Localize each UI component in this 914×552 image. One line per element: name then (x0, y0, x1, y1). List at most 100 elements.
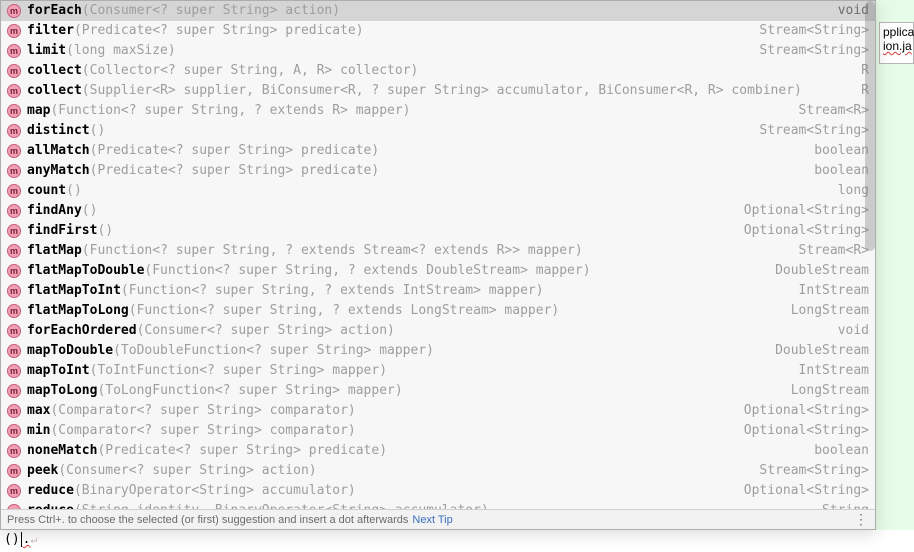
completion-item[interactable]: mreduce(String identity, BinaryOperator<… (1, 501, 875, 509)
method-icon: m (7, 324, 21, 338)
method-name: mapToLong (27, 381, 97, 401)
method-name: allMatch (27, 141, 90, 161)
method-params: (Predicate<? super String> predicate) (74, 21, 364, 41)
method-name: findFirst (27, 221, 97, 241)
editor-tab-partial[interactable]: pplicat ion.ja (879, 22, 914, 64)
return-type: IntStream (791, 361, 869, 381)
method-params: (Consumer<? super String> action) (82, 1, 340, 21)
method-params: () (97, 221, 113, 241)
method-params: () (82, 201, 98, 221)
completion-item[interactable]: mfindFirst()Optional<String> (1, 221, 875, 241)
completion-item[interactable]: mmapToInt(ToIntFunction<? super String> … (1, 361, 875, 381)
completion-item[interactable]: m collect(Supplier<R> supplier, BiConsume… (1, 81, 875, 101)
return-type: boolean (806, 161, 869, 181)
completion-item[interactable]: mmax(Comparator<? super String> comparat… (1, 401, 875, 421)
completion-item[interactable]: mfilter(Predicate<? super String> predic… (1, 21, 875, 41)
scrollbar[interactable] (865, 1, 875, 509)
method-params: () (66, 181, 82, 201)
completion-item[interactable]: mmin(Comparator<? super String> comparat… (1, 421, 875, 441)
return-type: boolean (806, 141, 869, 161)
method-icon: m (7, 144, 21, 158)
completion-item[interactable]: mforEachOrdered(Consumer<? super String>… (1, 321, 875, 341)
editor-current-line[interactable]: ().↵ (0, 530, 914, 552)
method-icon: m (7, 344, 21, 358)
method-params: (Predicate<? super String> predicate) (90, 141, 380, 161)
return-type: DoubleStream (767, 261, 869, 281)
return-type: void (830, 321, 869, 341)
method-icon: m (7, 284, 21, 298)
return-type: Stream<R> (791, 241, 869, 261)
method-name: flatMapToInt (27, 281, 121, 301)
completion-item[interactable]: manyMatch(Predicate<? super String> pred… (1, 161, 875, 181)
completion-item[interactable]: mflatMapToLong(Function<? super String, … (1, 301, 875, 321)
return-type: LongStream (783, 381, 869, 401)
tab-text-error: ion.ja (883, 39, 912, 53)
method-icon: m (7, 384, 21, 398)
method-params: (BinaryOperator<String> accumulator) (74, 481, 356, 501)
method-name: reduce (27, 501, 74, 509)
method-params: (ToLongFunction<? super String> mapper) (97, 381, 402, 401)
completion-item[interactable]: mnoneMatch(Predicate<? super String> pre… (1, 441, 875, 461)
method-params: (Supplier<R> supplier, BiConsumer<R, ? s… (82, 81, 802, 101)
completion-item[interactable]: mfindAny()Optional<String> (1, 201, 875, 221)
return-type: Optional<String> (736, 421, 869, 441)
method-name: collect (27, 61, 82, 81)
return-type: Stream<String> (751, 121, 869, 141)
method-params: (long maxSize) (66, 41, 176, 61)
method-icon: m (7, 104, 21, 118)
method-name: max (27, 401, 50, 421)
method-name: collect (27, 81, 82, 101)
method-params: (Function<? super String, ? extends IntS… (121, 281, 544, 301)
return-type: String (814, 501, 869, 509)
completion-item[interactable]: mflatMapToDouble(Function<? super String… (1, 261, 875, 281)
method-name: flatMap (27, 241, 82, 261)
completion-item[interactable]: mmapToDouble(ToDoubleFunction<? super St… (1, 341, 875, 361)
completion-item[interactable]: m mapToLong(ToLongFunction<? super String… (1, 381, 875, 401)
method-name: reduce (27, 481, 74, 501)
method-icon: m (7, 364, 21, 378)
return-type: Optional<String> (736, 201, 869, 221)
return-type: Stream<String> (751, 41, 869, 61)
method-name: count (27, 181, 66, 201)
method-icon: m (7, 24, 21, 38)
completion-item[interactable]: mlimit(long maxSize)Stream<String> (1, 41, 875, 61)
completion-item[interactable]: mpeek(Consumer<? super String> action)St… (1, 461, 875, 481)
kebab-icon[interactable]: ⋮ (854, 511, 869, 528)
method-icon: m (7, 184, 21, 198)
method-icon: m (7, 264, 21, 278)
return-type: IntStream (791, 281, 869, 301)
method-icon: m (7, 84, 21, 98)
completion-item[interactable]: m allMatch(Predicate<? super String> pred… (1, 141, 875, 161)
completion-list[interactable]: mforEach(Consumer<? super String> action… (1, 1, 875, 509)
completion-item[interactable]: m flatMapToInt(Function<? super String, ?… (1, 281, 875, 301)
return-type: boolean (806, 441, 869, 461)
method-name: min (27, 421, 50, 441)
method-icon: m (7, 204, 21, 218)
completion-item[interactable]: mcount() long (1, 181, 875, 201)
method-params: (Function<? super String, ? extends Doub… (144, 261, 590, 281)
method-params: (Comparator<? super String> comparator) (50, 401, 355, 421)
method-params: (Consumer<? super String> action) (58, 461, 316, 481)
method-params: (String identity, BinaryOperator<String>… (74, 501, 489, 509)
return-type: LongStream (783, 301, 869, 321)
completion-item[interactable]: mflatMap(Function<? super String, ? exte… (1, 241, 875, 261)
text-caret (21, 532, 22, 547)
return-type: long (830, 181, 869, 201)
method-params: (Collector<? super String, A, R> collect… (82, 61, 419, 81)
completion-item[interactable]: mmap(Function<? super String, ? extends … (1, 101, 875, 121)
method-name: filter (27, 21, 74, 41)
completion-item[interactable]: mcollect(Collector<? super String, A, R>… (1, 61, 875, 81)
method-icon: m (7, 124, 21, 138)
method-icon: m (7, 404, 21, 418)
hint-text: Press Ctrl+. to choose the selected (or … (7, 514, 408, 526)
tab-text: pplicat (883, 25, 914, 39)
return-type: Stream<String> (751, 21, 869, 41)
completion-item[interactable]: mdistinct()Stream<String> (1, 121, 875, 141)
completion-item[interactable]: mreduce(BinaryOperator<String> accumulat… (1, 481, 875, 501)
method-name: distinct (27, 121, 90, 141)
scrollbar-thumb[interactable] (865, 1, 875, 251)
completion-item[interactable]: mforEach(Consumer<? super String> action… (1, 1, 875, 21)
ide-window: pplicat ion.ja ().↵ mforEach(Consumer<? … (0, 0, 914, 552)
method-icon: m (7, 484, 21, 498)
next-tip-link[interactable]: Next Tip (412, 514, 452, 526)
